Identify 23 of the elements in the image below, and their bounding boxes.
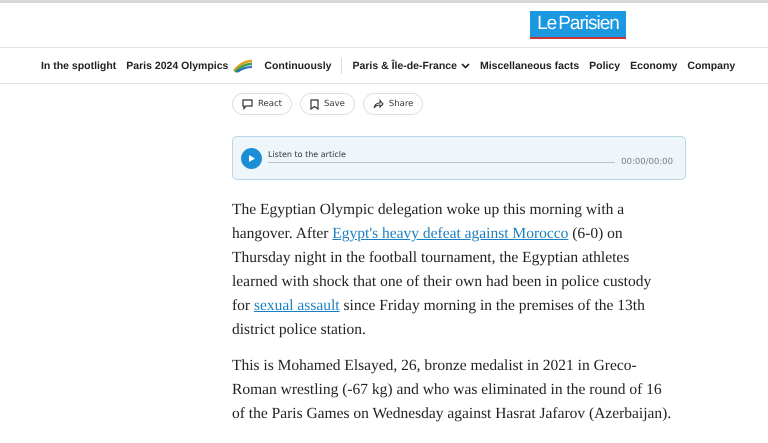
- nav-link[interactable]: Company: [687, 60, 736, 72]
- audio-title: Listen to the article: [268, 150, 347, 158]
- action-button[interactable]: Share: [362, 93, 424, 115]
- nav-link[interactable]: Policy: [589, 60, 620, 72]
- play-icon: [248, 154, 254, 162]
- nav-link[interactable]: Economy: [630, 60, 678, 72]
- audio-time: 00:00/00:00: [621, 157, 673, 167]
- share-arrow-icon: [372, 99, 384, 109]
- nav-link[interactable]: Paris & Île-de-France: [352, 60, 470, 72]
- bookmark-icon: [310, 98, 319, 110]
- article-link[interactable]: Egypt's heavy defeat against Morocco: [332, 225, 568, 242]
- nav-link[interactable]: Miscellaneous facts: [480, 60, 580, 72]
- article-paragraph: The Egyptian Olympic delegation woke up this morning with a hangover. After Egypt's heavy defeat against Morocco (6-0) on Thursday night in the football tournament, the Egyptian athletes learned with shock that one of their own had been in police custody for sexual assault since Friday morning in the premises of the 13th district police station.: [232, 200, 652, 340]
- article-link[interactable]: sexual assault: [254, 297, 340, 314]
- nav-link[interactable]: Continuously: [264, 60, 332, 72]
- speech-bubble-icon: [242, 98, 253, 110]
- chevron-down-icon: [460, 62, 470, 68]
- play-button[interactable]: [241, 148, 262, 168]
- nav-link[interactable]: Paris 2024 Olympics: [126, 58, 254, 72]
- nav-link[interactable]: In the spotlight: [41, 60, 116, 72]
- action-button[interactable]: Save: [300, 93, 355, 115]
- article-paragraph: This is Mohamed Elsayed, 26, bronze medalist in 2021 in Greco-Roman wrestling (-67 kg) and who was eliminated in the round of 16 of the Paris Games on Wednesday against Hasrat Jafarov (Azerbaijan).: [232, 356, 672, 424]
- action-button[interactable]: React: [232, 93, 292, 115]
